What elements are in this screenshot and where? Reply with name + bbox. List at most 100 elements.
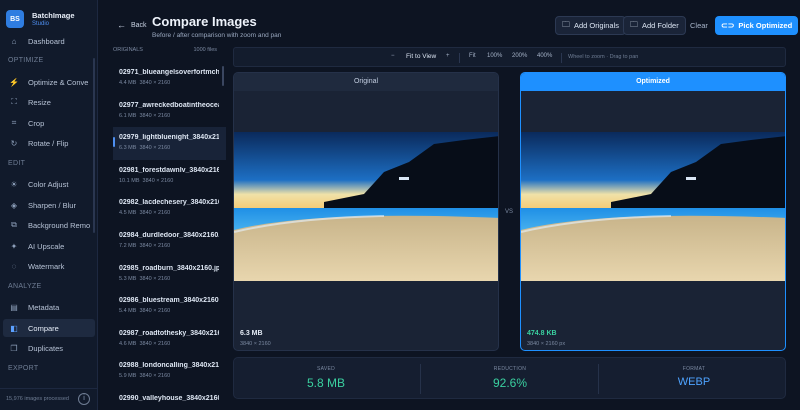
list-item[interactable]: 02982_lacdechesery_3840x2160... 4.5 MB 3… <box>113 192 226 225</box>
fit-to-view-button[interactable]: Fit to View <box>406 53 436 60</box>
reduction-label: REDUCTION <box>493 366 527 372</box>
sidebar-item-dashboard[interactable]: ⌂ Dashboard <box>3 32 95 50</box>
sidebar-item-label: Optimize & Conve <box>28 77 89 87</box>
sidebar-item-metadata[interactable]: ▤ Metadata <box>3 298 95 316</box>
sidebar-item-label: Crop <box>28 118 45 128</box>
list-item[interactable]: 02987_roadtothesky_3840x216... 4.6 MB 38… <box>113 323 226 356</box>
zap-icon: ⚡ <box>9 77 19 87</box>
file-name: 02979_lightbluenight_3840x216... <box>119 134 219 142</box>
button-label: Pick Optimized <box>738 21 793 30</box>
file-count: 1000 files <box>193 47 217 53</box>
crop-icon: ⌗ <box>11 118 17 127</box>
optimized-panel: Optimized 474.8 KB 3840 × 2160 px <box>520 72 786 351</box>
file-list-header: ORIGINALS 1000 files <box>113 47 217 53</box>
sidebar-item-label: Metadata <box>28 302 60 312</box>
page-subtitle: Before / after comparison with zoom and … <box>152 32 282 39</box>
file-name: 02986_bluestream_3840x2160.jpg <box>119 297 219 305</box>
list-item[interactable]: 02981_forestdawnlv_3840x2160... 10.1 MB … <box>113 160 226 193</box>
zoom-toolbar: − Fit to View + Fit 100% 200% 400% Wheel… <box>233 47 786 67</box>
file-name: 02985_roadburn_3840x2160.jpg <box>119 264 219 272</box>
list-item[interactable]: 02984_durdledoor_3840x2160.jpg 7.2 MB 38… <box>113 225 226 258</box>
copy-icon: ❐ <box>10 343 18 353</box>
app-subtitle: Studio <box>32 21 50 27</box>
stat-format: FORMAT WEBP <box>602 358 786 400</box>
file-name: 02982_lacdechesery_3840x2160... <box>119 199 219 207</box>
sidebar-item-ai-upscale[interactable]: ✦ AI Upscale <box>3 237 95 255</box>
list-item[interactable]: 02971_blueangelsoverfortmche... 4.4 MB 3… <box>113 62 226 95</box>
pick-optimized-button[interactable]: ⊂⊃ Pick Optimized <box>715 16 799 35</box>
list-item-selected[interactable]: 02979_lightbluenight_3840x216... 6.3 MB … <box>113 127 226 160</box>
sidebar-item-label: Dashboard <box>28 36 65 46</box>
optimized-dimensions: 3840 × 2160 px <box>527 341 566 347</box>
rotate-icon: ↻ <box>10 138 18 148</box>
optimized-image[interactable] <box>521 132 785 281</box>
file-icon: ▤ <box>10 302 18 312</box>
zoom-200-button[interactable]: 200% <box>512 53 527 59</box>
add-folder-button[interactable]: 🗀 Add Folder <box>623 16 686 35</box>
ai-icon: ✦ <box>10 241 18 251</box>
sidebar-footer: 15,976 images processed i <box>0 388 98 410</box>
sidebar-item-resize[interactable]: ⛶ Resize <box>3 93 95 111</box>
original-image[interactable] <box>234 132 498 281</box>
clear-button[interactable]: Clear <box>684 16 714 35</box>
sidebar-item-rotate[interactable]: ↻ Rotate / Flip <box>3 134 95 152</box>
zoom-100-button[interactable]: 100% <box>487 53 502 59</box>
folder-icon: 🗀 <box>630 19 638 29</box>
add-originals-button[interactable]: 🗀 Add Originals <box>555 16 627 35</box>
saved-value: 5.8 MB <box>306 376 345 390</box>
list-item[interactable]: 02977_awreckedboatintheocea... 6.1 MB 38… <box>113 95 226 128</box>
zoom-fit-button[interactable]: Fit <box>469 53 476 59</box>
sidebar-item-color-adjust[interactable]: ☀ Color Adjust <box>3 175 95 193</box>
list-item[interactable]: 02990_valleyhouse_3840x2160.jpg <box>113 388 226 410</box>
layers-icon: ⧉ <box>11 220 17 229</box>
file-list-scrollbar[interactable] <box>222 66 224 86</box>
section-export: EXPORT <box>8 365 39 372</box>
sidebar-item-label: Background Remo <box>28 220 91 230</box>
optimized-panel-title: Optimized <box>521 73 785 91</box>
vs-label: VS <box>505 209 514 215</box>
file-name: 02987_roadtothesky_3840x216... <box>119 329 219 337</box>
list-item[interactable]: 02988_londoncalling_3840x216... 5.9 MB 3… <box>113 355 226 388</box>
sidebar-item-sharpen[interactable]: ◈ Sharpen / Blur <box>3 196 95 214</box>
button-label: Add Originals <box>574 21 620 30</box>
sidebar-item-background-remove[interactable]: ⧉ Background Remo <box>3 216 95 234</box>
button-label: Add Folder <box>642 21 679 30</box>
file-meta: 6.1 MB 3840 × 2160 <box>119 112 171 119</box>
brand[interactable]: BS BatchImage Studio <box>6 10 96 32</box>
stat-saved: SAVED 5.8 MB <box>234 358 418 400</box>
sidebar-item-label: AI Upscale <box>28 241 65 251</box>
sidebar-item-compare[interactable]: ◧ Compare <box>3 319 95 337</box>
list-item[interactable]: 02985_roadburn_3840x2160.jpg 5.3 MB 3840… <box>113 258 226 291</box>
sidebar-item-watermark[interactable]: ◌ Watermark <box>3 257 95 275</box>
sidebar-item-optimize[interactable]: ⚡ Optimize & Conve <box>3 73 95 91</box>
original-panel-title: Original <box>234 73 498 91</box>
zoom-in-button[interactable]: + <box>446 53 450 59</box>
back-button[interactable]: ← Back <box>117 20 147 30</box>
stats-bar: SAVED 5.8 MB REDUCTION 92.6% FORMAT WEBP <box>233 357 786 399</box>
format-label: FORMAT <box>682 366 706 372</box>
sidebar-item-duplicates[interactable]: ❐ Duplicates <box>3 339 95 357</box>
saved-label: SAVED <box>316 366 336 372</box>
original-file-size: 6.3 MB <box>240 330 263 337</box>
sidebar-item-label: Compare <box>28 323 59 333</box>
zoom-400-button[interactable]: 400% <box>537 53 552 59</box>
zoom-hint: Wheel to zoom · Drag to pan <box>568 54 639 60</box>
arrow-left-icon: ← <box>117 20 126 30</box>
format-value: WEBP <box>677 376 711 388</box>
originals-label: ORIGINALS <box>113 47 143 53</box>
list-item[interactable]: 02986_bluestream_3840x2160.jpg 5.4 MB 38… <box>113 290 226 323</box>
sidebar-item-label: Rotate / Flip <box>28 138 69 148</box>
sidebar-item-crop[interactable]: ⌗ Crop <box>3 114 95 132</box>
info-icon[interactable]: i <box>78 393 90 405</box>
sidebar-item-label: Duplicates <box>28 343 64 353</box>
resize-icon: ⛶ <box>11 97 17 106</box>
sidebar-item-label: Resize <box>28 97 51 107</box>
section-edit: EDIT <box>8 160 26 167</box>
zoom-out-button[interactable]: − <box>391 53 395 59</box>
file-meta: 4.5 MB 3840 × 2160 <box>119 210 171 217</box>
file-name: 02984_durdledoor_3840x2160.jpg <box>119 231 219 239</box>
sidebar-scrollbar[interactable] <box>93 58 95 233</box>
stat-reduction: REDUCTION 92.6% <box>418 358 602 400</box>
droplet-icon: ◌ <box>11 261 17 271</box>
sidebar-item-label: Watermark <box>28 261 65 271</box>
